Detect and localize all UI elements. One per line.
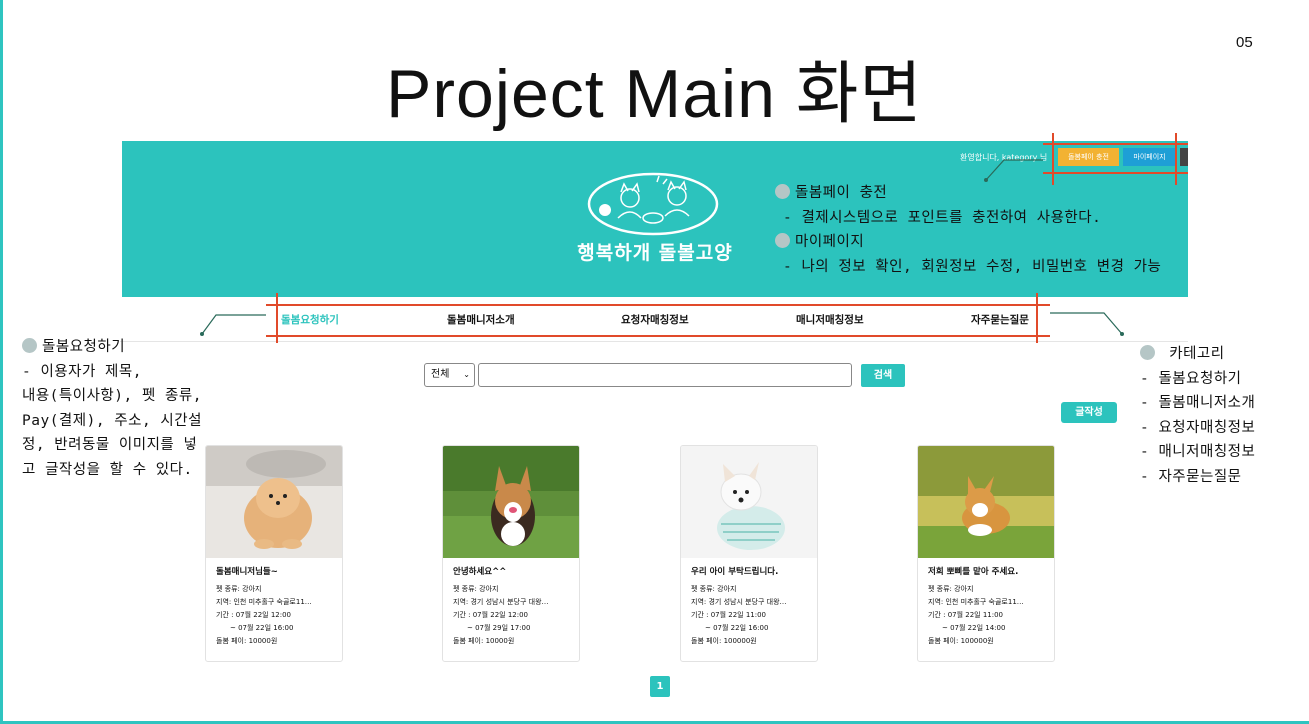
card-title[interactable]: 안녕하세요^^ <box>453 566 577 579</box>
card-region: 지역: 경기 성남시 분당구 대왕… <box>691 598 787 606</box>
callout-line: 고 글작성을 할 수 있다. <box>22 461 193 478</box>
callout-line: - 매니저매칭정보 <box>1140 444 1256 460</box>
card-region: 지역: 경기 성남시 분당구 대왕… <box>453 598 549 606</box>
post-card[interactable]: 우리 아이 부탁드립니다. 펫 종류: 강아지 지역: 경기 성남시 분당구 대… <box>680 445 818 662</box>
card-pet-type: 펫 종류: 강아지 <box>453 585 499 593</box>
card-period-end: ~ 07월 22일 14:00 <box>942 624 1006 632</box>
callout-line: - 이용자가 제목, <box>22 363 142 380</box>
search-category-select[interactable]: 전체 ⌄ <box>424 363 475 387</box>
callout-heading-categories: 카테고리 <box>1140 342 1255 367</box>
card-pay: 돌봄 페이: 100000원 <box>928 637 994 645</box>
post-card[interactable]: 돌봄매니저님들~ 펫 종류: 강아지 지역: 인천 미추홀구 숙골로11… 기간… <box>205 445 343 662</box>
chevron-down-icon: ⌄ <box>463 370 470 379</box>
white-dog-photo <box>681 446 817 558</box>
search-input[interactable] <box>478 363 852 387</box>
card-region: 지역: 인천 미추홀구 숙골로11… <box>928 598 1024 606</box>
post-card[interactable]: 안녕하세요^^ 펫 종류: 강아지 지역: 경기 성남시 분당구 대왕… 기간 … <box>442 445 580 662</box>
bullet-dot-icon <box>22 338 37 353</box>
pagination-page-1[interactable]: 1 <box>650 676 670 697</box>
callout-line: - 자주묻는질문 <box>1140 468 1242 485</box>
callout-line: - 돌봄요청하기 <box>1140 370 1242 387</box>
callout-line: 내용(특이사항), 펫 종류, <box>22 388 202 404</box>
callout-care-request: 돌봄요청하기 - 이용자가 제목, 내용(특이사항), 펫 종류, Pay(결제… <box>22 335 202 482</box>
callout-categories: 카테고리 - 돌봄요청하기 - 돌봄매니저소개 - 요청자매칭정보 - 매니저매… <box>1140 342 1255 489</box>
card-title[interactable]: 저희 뽀삐를 맡아 주세요. <box>928 566 1052 579</box>
card-pet-type: 펫 종류: 강아지 <box>928 585 974 593</box>
card-title[interactable]: 우리 아이 부탁드립니다. <box>691 566 815 579</box>
callout-line: 정, 반려동물 이미지를 넣 <box>22 437 198 453</box>
card-pay: 돌봄 페이: 100000원 <box>691 637 757 645</box>
pomeranian-photo <box>206 446 342 558</box>
card-pay: 돌봄 페이: 10000원 <box>216 637 278 645</box>
callout-line: - 요청자매칭정보 <box>1140 419 1256 436</box>
callout-line: - 돌봄매니저소개 <box>1140 395 1256 411</box>
search-button[interactable]: 검색 <box>861 364 905 387</box>
card-pet-type: 펫 종류: 강아지 <box>216 585 262 593</box>
card-pay: 돌봄 페이: 10000원 <box>453 637 515 645</box>
callout-line: Pay(결제), 주소, 시간설 <box>22 412 202 429</box>
card-period-end: ~ 07월 29일 17:00 <box>467 624 531 632</box>
card-period-end: ~ 07월 22일 16:00 <box>705 624 769 632</box>
card-period-start: 기간 : 07월 22일 12:00 <box>453 611 529 619</box>
corgi-photo <box>443 446 579 558</box>
card-pet-type: 펫 종류: 강아지 <box>691 585 737 593</box>
write-post-button[interactable]: 글작성 <box>1061 402 1117 423</box>
card-period-start: 기간 : 07월 22일 12:00 <box>216 611 292 619</box>
card-title[interactable]: 돌봄매니저님들~ <box>216 566 340 579</box>
callout-heading-care-request: 돌봄요청하기 <box>22 335 202 360</box>
corgi-field-photo <box>918 446 1054 558</box>
card-period-start: 기간 : 07월 22일 11:00 <box>691 611 767 619</box>
bullet-dot-icon <box>1140 345 1155 360</box>
card-period-end: ~ 07월 22일 16:00 <box>230 624 294 632</box>
card-period-start: 기간 : 07월 22일 11:00 <box>928 611 1004 619</box>
post-card[interactable]: 저희 뽀삐를 맡아 주세요. 펫 종류: 강아지 지역: 인천 미추홀구 숙골로… <box>917 445 1055 662</box>
card-region: 지역: 인천 미추홀구 숙골로11… <box>216 598 312 606</box>
